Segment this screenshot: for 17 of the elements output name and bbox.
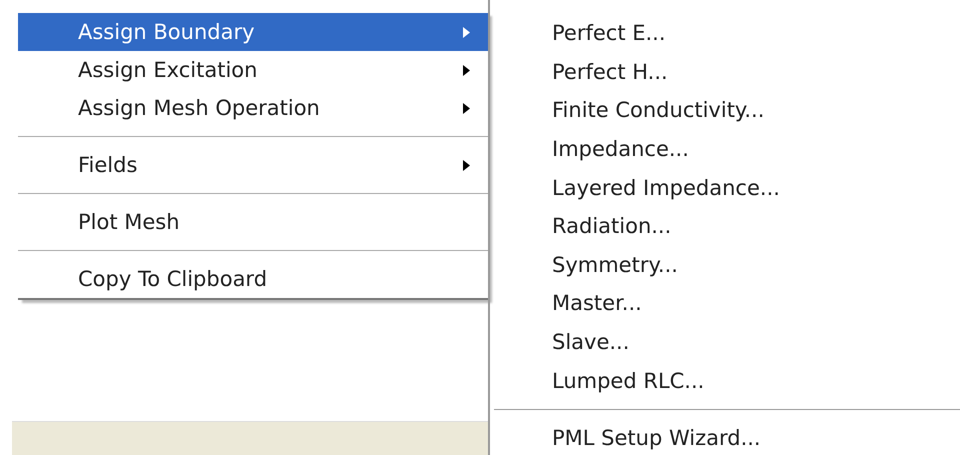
menu-item[interactable]: Copy To Clipboard (18, 260, 488, 298)
menu-item[interactable]: Impedance... (490, 130, 960, 168)
menu-item[interactable]: Perfect E... (490, 14, 960, 53)
menu-item[interactable]: Plot Mesh (18, 203, 488, 241)
menu-item[interactable]: Layered Impedance... (490, 168, 960, 207)
menu-item[interactable]: Assign Boundary (18, 13, 488, 51)
menu-item[interactable]: Master... (490, 284, 960, 323)
menu-item[interactable]: Finite Conductivity... (490, 91, 960, 130)
menu-item[interactable]: Fields (18, 146, 488, 184)
menu-item[interactable]: Lumped RLC... (490, 361, 960, 400)
menu-item[interactable]: Radiation... (490, 206, 960, 246)
menu-item[interactable]: Slave... (490, 322, 960, 362)
menu-item[interactable]: Assign Mesh Operation (18, 89, 488, 127)
menu-item[interactable]: Perfect H... (490, 52, 960, 92)
menu-item[interactable]: Symmetry... (490, 246, 960, 284)
menu-item[interactable]: PML Setup Wizard... (490, 418, 960, 455)
menu-item[interactable]: Assign Excitation (18, 51, 488, 89)
